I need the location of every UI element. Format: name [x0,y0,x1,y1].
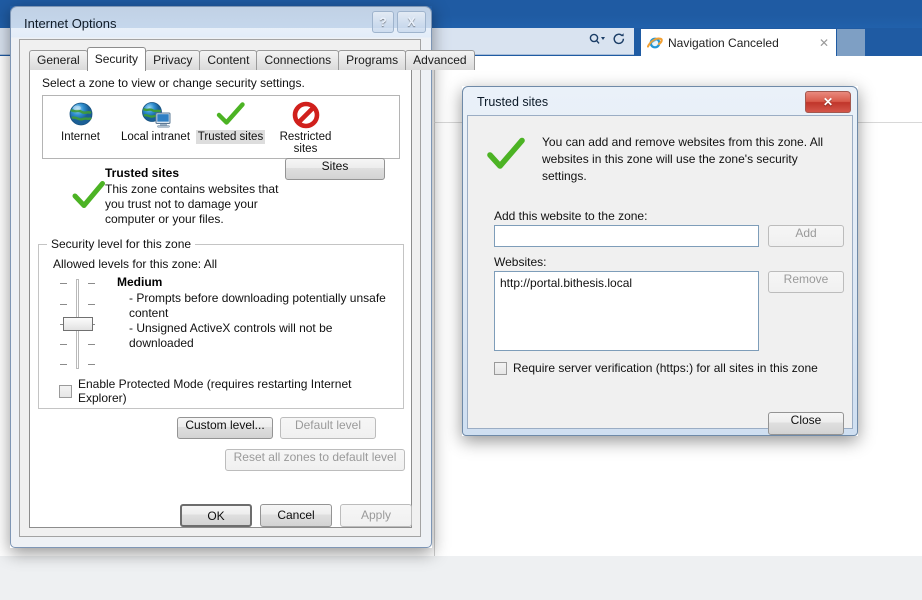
zone-label-trusted-sites: Trusted sites [195,130,266,144]
slider-thumb[interactable] [63,317,93,331]
security-level-bullet: - Unsigned ActiveX controls will not be … [129,321,333,350]
protected-mode-row[interactable]: Enable Protected Mode (requires restarti… [59,377,403,405]
remove-button[interactable]: Remove [768,271,844,293]
browser-lower-area [0,556,922,600]
slider-tick [60,304,67,305]
globe-computer-icon [118,100,193,130]
security-level-description: Medium - Prompts before downloading pote… [117,275,392,351]
security-level-name: Medium [117,275,163,289]
zone-prompt-label: Select a zone to view or change security… [42,76,305,90]
zone-label-local-intranet: Local intranet [120,131,191,143]
slider-tick [60,283,67,284]
security-level-group: Security level for this zone Allowed lev… [38,237,404,409]
internet-options-title: Internet Options [24,16,117,31]
security-level-bullet: - Prompts before downloading potentially… [129,291,386,320]
search-dropdown-icon[interactable] [589,32,607,49]
custom-level-button[interactable]: Custom level... [177,417,273,439]
reset-all-zones-button[interactable]: Reset all zones to default level [225,449,405,471]
globe-icon [43,100,118,130]
internet-options-window-buttons: ? X [372,11,426,33]
default-level-button[interactable]: Default level [280,417,376,439]
trusted-sites-frame: Trusted sites ✕ You can add and remove w… [462,86,858,436]
internet-options-tabstrip: General Security Privacy Content Connect… [29,47,475,71]
green-check-icon [72,180,106,212]
tab-content[interactable]: Content [199,50,258,70]
internet-explorer-icon [646,35,663,51]
trusted-sites-intro: You can add and remove websites from thi… [486,134,836,185]
zone-item-trusted-sites[interactable]: Trusted sites [193,96,268,158]
screen: Navigation Canceled ✕ Internet Options ?… [0,0,922,600]
selected-zone-text: This zone contains websites that you tru… [105,182,279,226]
require-verification-label: Require server verification (https:) for… [513,361,818,375]
tab-programs[interactable]: Programs [338,50,407,70]
zone-label-restricted-sites: Restricted sites [279,131,332,155]
slider-tick [88,304,95,305]
slider-tick [60,344,67,345]
tab-advanced[interactable]: Advanced [405,50,475,70]
zone-list: Internet Local intranet Trusted sites Re… [42,95,400,159]
protected-mode-label: Enable Protected Mode (requires restarti… [77,377,352,405]
zone-item-internet[interactable]: Internet [43,96,118,158]
cancel-button[interactable]: Cancel [260,504,332,527]
close-dialog-button[interactable]: Close [768,412,844,435]
zone-label-internet: Internet [61,131,100,143]
trusted-sites-body: You can add and remove websites from thi… [467,115,853,435]
zone-item-restricted-sites[interactable]: Restricted sites [268,96,343,158]
apply-button[interactable]: Apply [340,504,412,527]
tab-security[interactable]: Security [86,47,147,71]
security-tab-panel: Select a zone to view or change security… [29,69,412,528]
content-edge-divider [434,56,435,600]
zone-item-local-intranet[interactable]: Local intranet [118,96,193,158]
websites-label: Websites: [494,255,547,269]
green-check-icon [486,136,526,174]
green-check-icon [193,100,268,130]
trusted-sites-intro-text: You can add and remove websites from thi… [542,135,824,183]
slider-tick [88,364,95,365]
require-verification-row[interactable]: Require server verification (https:) for… [494,361,818,375]
internet-options-footer: OK Cancel Apply [20,504,422,527]
internet-options-body: General Security Privacy Content Connect… [19,39,475,537]
ok-button[interactable]: OK [180,504,252,527]
help-button[interactable]: ? [372,11,394,33]
list-item[interactable]: http://portal.bithesis.local [495,275,758,291]
add-button[interactable]: Add [768,225,844,247]
refresh-icon[interactable] [612,32,626,49]
close-icon[interactable]: ✕ [818,36,830,50]
require-verification-checkbox[interactable] [494,361,507,375]
new-tab-button[interactable] [837,29,865,56]
address-bar-icons [589,32,626,49]
websites-listbox[interactable]: http://portal.bithesis.local [494,271,759,351]
tab-general[interactable]: General [29,50,88,70]
add-website-label: Add this website to the zone: [494,209,648,223]
close-icon[interactable]: ✕ [805,91,851,113]
internet-options-frame: Internet Options ? X General Security Pr… [10,6,475,548]
security-level-slider[interactable] [55,279,99,369]
close-button[interactable]: X [397,11,426,33]
browser-tab[interactable]: Navigation Canceled ✕ [641,29,836,56]
slider-tick [88,344,95,345]
allowed-levels-label: Allowed levels for this zone: All [53,257,218,271]
red-prohibited-icon [268,100,343,130]
trusted-sites-dialog: Trusted sites ✕ You can add and remove w… [462,86,858,436]
security-level-group-title: Security level for this zone [47,237,196,251]
sites-button[interactable]: Sites [285,158,385,180]
tab-privacy[interactable]: Privacy [145,50,201,70]
browser-tab-label: Navigation Canceled [668,35,779,50]
tab-connections[interactable]: Connections [256,50,340,70]
add-website-input[interactable] [494,225,759,247]
internet-options-dialog: Internet Options ? X General Security Pr… [10,6,475,548]
protected-mode-checkbox[interactable] [59,384,72,398]
slider-tick [60,364,67,365]
trusted-sites-title: Trusted sites [477,95,549,109]
slider-tick [88,283,95,284]
